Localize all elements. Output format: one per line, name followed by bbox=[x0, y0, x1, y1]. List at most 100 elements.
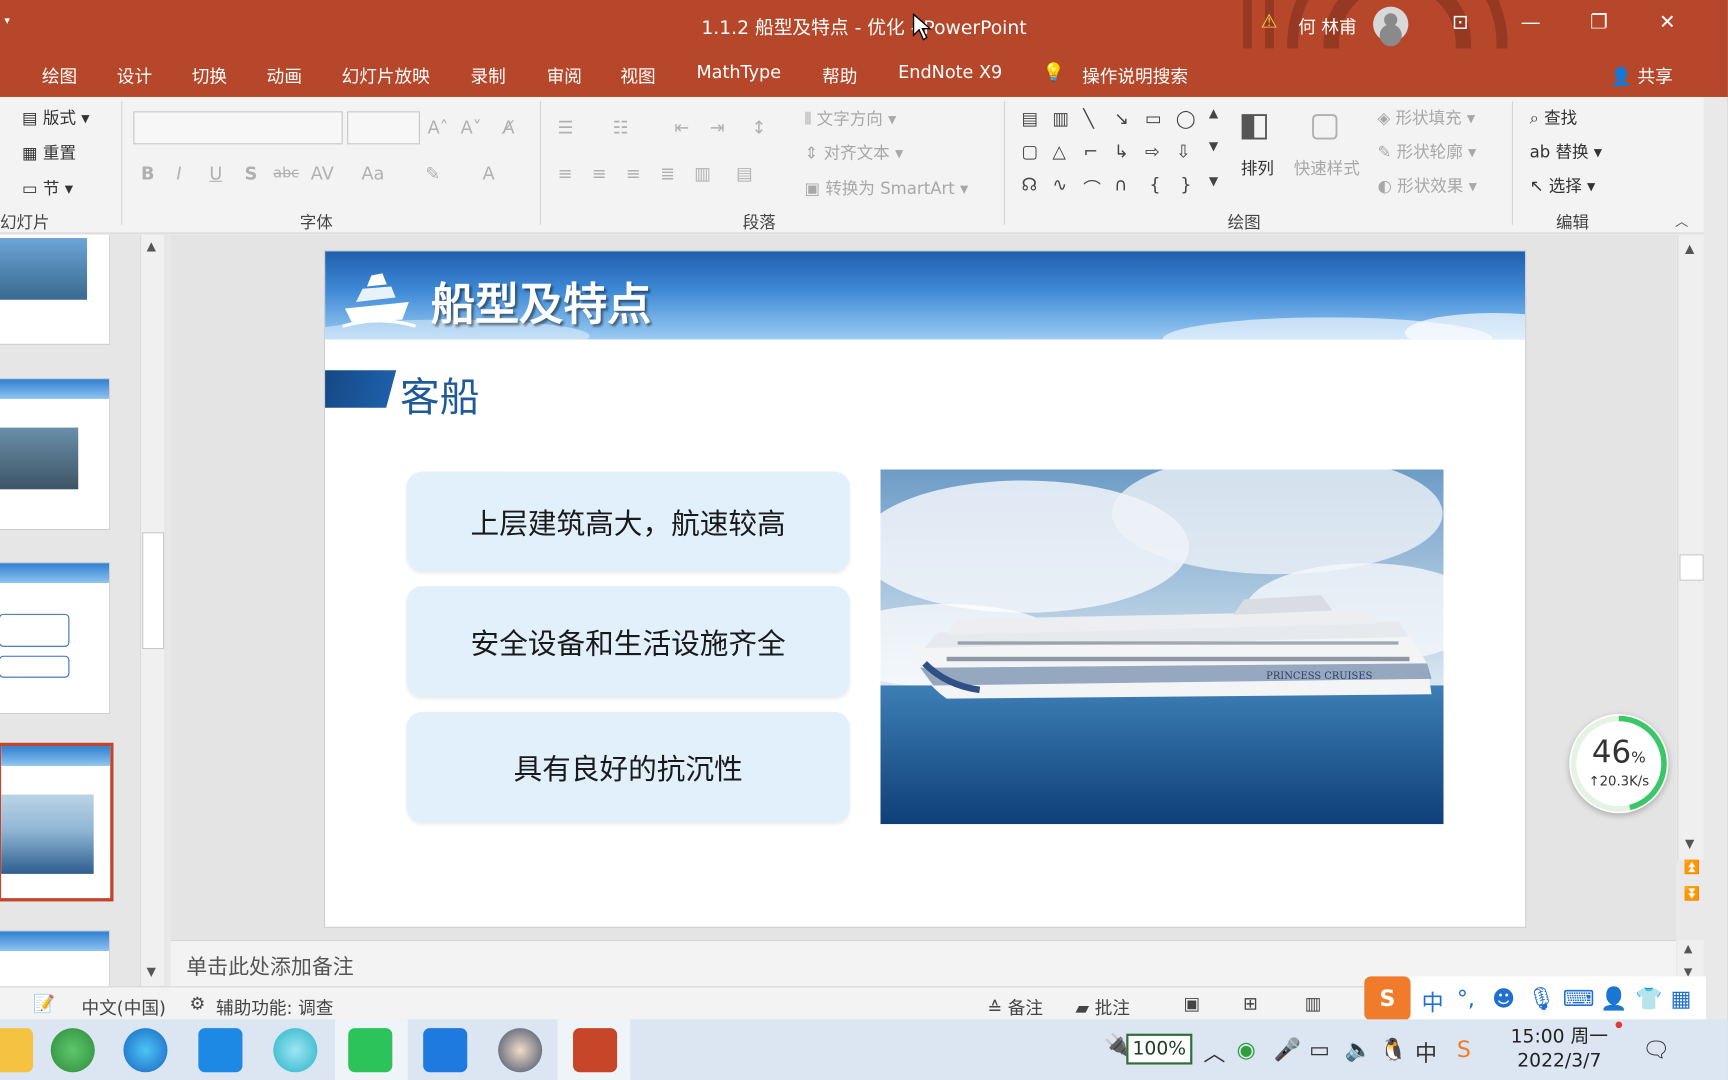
file-explorer-icon[interactable] bbox=[0, 1028, 34, 1073]
gallery-more-icon[interactable]: ▼ bbox=[1209, 174, 1218, 188]
tab-endnote[interactable]: EndNote X9 bbox=[898, 62, 1002, 83]
underline-button[interactable]: U bbox=[209, 163, 222, 184]
section-button[interactable]: ▭ 节 ▾ bbox=[22, 176, 73, 199]
close-button[interactable]: ✕ bbox=[1651, 9, 1684, 38]
tab-design[interactable]: 设计 bbox=[117, 62, 152, 88]
shape-outline-button[interactable]: ✎ 形状轮廓 ▾ bbox=[1378, 140, 1477, 163]
right-brace-icon[interactable]: } bbox=[1180, 174, 1191, 195]
voice-icon[interactable]: 🎙 bbox=[1527, 985, 1555, 1011]
char-spacing-button[interactable]: AV bbox=[311, 163, 334, 184]
tell-me-search[interactable]: 操作说明搜索 bbox=[1082, 62, 1188, 88]
tab-review[interactable]: 审阅 bbox=[547, 62, 582, 88]
find-button[interactable]: ⌕ 查找 bbox=[1530, 106, 1578, 129]
slide-thumbnail-selected[interactable] bbox=[0, 742, 114, 902]
normal-view-icon[interactable]: ▣ bbox=[1184, 993, 1201, 1014]
freeform-icon[interactable]: ☊ bbox=[1022, 174, 1038, 195]
rounded-rect-icon[interactable]: ▢ bbox=[1022, 141, 1039, 162]
sogou-logo-icon[interactable]: S bbox=[1364, 976, 1411, 1021]
select-button[interactable]: ↖ 选择 ▾ bbox=[1530, 174, 1596, 197]
quick-styles-button[interactable]: 快速样式 bbox=[1294, 156, 1360, 179]
edge-icon[interactable] bbox=[123, 1028, 168, 1073]
text-direction-button[interactable]: ⫴ 文字方向 ▾ bbox=[804, 107, 896, 130]
comments-button[interactable]: ▰ 批注 bbox=[1076, 993, 1130, 1019]
arrange-icon[interactable]: ◧ bbox=[1239, 106, 1270, 145]
cruise-ship-photo[interactable]: PRINCESS CRUISES bbox=[880, 469, 1444, 825]
textbox-icon[interactable]: ▤ bbox=[1022, 108, 1039, 129]
strikethrough-button[interactable]: abc bbox=[273, 165, 299, 182]
photos-icon[interactable] bbox=[423, 1028, 468, 1073]
down-arrow-icon[interactable]: ⇩ bbox=[1176, 141, 1191, 162]
gallery-down-icon[interactable]: ▼ bbox=[1209, 139, 1218, 153]
decrease-indent-icon[interactable]: ⇤ bbox=[674, 117, 689, 138]
accessibility-icon[interactable]: ⚙ bbox=[190, 993, 206, 1014]
align-left-icon[interactable]: ≡ bbox=[558, 163, 573, 184]
user-name[interactable]: 何 林甫 bbox=[1298, 12, 1357, 38]
highlight-icon[interactable]: ✎ bbox=[425, 163, 440, 184]
thumbnail-scrollbar[interactable]: ▲ ▼ bbox=[139, 234, 165, 987]
right-arrow-icon[interactable]: ⇨ bbox=[1145, 141, 1160, 162]
scrollbar-thumb[interactable] bbox=[1679, 554, 1704, 581]
security-icon[interactable]: ◉ bbox=[1236, 1036, 1255, 1062]
notes-placeholder[interactable]: 单击此处添加备注 bbox=[186, 951, 354, 981]
feature-box[interactable]: 上层建筑高大，航速较高 bbox=[406, 471, 850, 571]
font-name-combo[interactable] bbox=[133, 111, 343, 145]
network-app-icon[interactable] bbox=[273, 1028, 318, 1073]
tray-expand-icon[interactable]: ︿ bbox=[1203, 1036, 1225, 1068]
avatar[interactable] bbox=[1373, 6, 1409, 42]
change-case-button[interactable]: Aa bbox=[361, 163, 384, 184]
shrink-font-icon[interactable]: A˅ bbox=[461, 117, 482, 138]
scribble-icon[interactable]: ∿ bbox=[1052, 174, 1067, 195]
slide-title[interactable]: 船型及特点 bbox=[431, 269, 651, 333]
clock[interactable]: 15:00 周一 2022/3/7 bbox=[1510, 1025, 1609, 1073]
minimize-button[interactable]: — bbox=[1514, 9, 1547, 38]
slide-thumbnail[interactable] bbox=[0, 930, 111, 987]
shape-effects-button[interactable]: ◐ 形状效果 ▾ bbox=[1378, 174, 1477, 197]
network-speed-widget[interactable]: 46% ↑20.3K/s bbox=[1569, 714, 1669, 814]
microphone-icon[interactable]: 🎤 bbox=[1274, 1036, 1301, 1062]
tab-mathtype[interactable]: MathType bbox=[696, 62, 781, 83]
vertical-textbox-icon[interactable]: ▥ bbox=[1052, 108, 1069, 129]
elbow-arrow-icon[interactable]: ↳ bbox=[1114, 141, 1129, 162]
slide-thumbnail[interactable] bbox=[0, 562, 111, 715]
tab-view[interactable]: 视图 bbox=[620, 62, 655, 88]
tab-transitions[interactable]: 切换 bbox=[192, 62, 227, 88]
justify-icon[interactable]: ≣ bbox=[660, 163, 675, 184]
arrange-button[interactable]: 排列 bbox=[1241, 156, 1274, 179]
scroll-up-icon[interactable]: ▲ bbox=[147, 239, 156, 253]
shape-fill-button[interactable]: ◈ 形状填充 ▾ bbox=[1378, 106, 1476, 129]
slide-thumbnail[interactable] bbox=[0, 234, 111, 345]
tab-slideshow[interactable]: 幻灯片放映 bbox=[342, 62, 430, 88]
qq-icon[interactable]: 🐧 bbox=[1380, 1036, 1407, 1062]
arrow-line-icon[interactable]: ↘ bbox=[1114, 108, 1129, 129]
editor-scrollbar[interactable]: ▲ ▼ bbox=[1677, 234, 1704, 860]
accessibility-status[interactable]: 辅助功能: 调查 bbox=[216, 993, 333, 1019]
feature-box[interactable]: 具有良好的抗沉性 bbox=[406, 711, 850, 823]
scroll-down-icon[interactable]: ▼ bbox=[1685, 836, 1694, 850]
numbering-icon[interactable]: ☷ bbox=[613, 117, 629, 138]
elbow-connector-icon[interactable]: ⌐ bbox=[1083, 141, 1098, 162]
user-app-icon[interactable] bbox=[498, 1028, 543, 1073]
spelling-icon[interactable]: 📝 bbox=[33, 993, 55, 1014]
sorter-view-icon[interactable]: ⊞ bbox=[1243, 993, 1258, 1014]
skin-icon[interactable]: 👕 bbox=[1635, 985, 1662, 1011]
scrollbar-thumb[interactable] bbox=[142, 532, 165, 650]
shapes-gallery[interactable]: ▤ ▥ ╲ ↘ ▭ ◯ ▢ △ ⌐ ↳ ⇨ ⇩ ☊ ∿ ⌒ ∩ { } ▲ ▼ … bbox=[1019, 106, 1224, 203]
rectangle-icon[interactable]: ▭ bbox=[1145, 108, 1162, 129]
grow-font-icon[interactable]: A˄ bbox=[428, 117, 449, 138]
quick-styles-icon[interactable]: ▢ bbox=[1309, 106, 1340, 145]
italic-button[interactable]: I bbox=[176, 163, 181, 184]
columns-icon[interactable]: ▤ bbox=[736, 163, 753, 184]
font-color-icon[interactable]: A bbox=[483, 163, 495, 184]
left-brace-icon[interactable]: { bbox=[1149, 174, 1160, 195]
previous-slide-icon[interactable]: ⏫ bbox=[1684, 860, 1700, 875]
emoji-icon[interactable]: ☻ bbox=[1492, 985, 1515, 1011]
toolbox-icon[interactable]: ▦ bbox=[1671, 985, 1692, 1011]
ribbon-display-icon[interactable]: ⊡ bbox=[1444, 9, 1477, 38]
bullets-icon[interactable]: ☰ bbox=[558, 117, 574, 138]
gallery-up-icon[interactable]: ▲ bbox=[1209, 106, 1218, 120]
slide-subtitle[interactable]: 客船 bbox=[400, 366, 479, 423]
slide-canvas[interactable]: 船型及特点 客船 上层建筑高大，航速较高 安全设备和生活设施齐全 具有良好的抗沉… bbox=[325, 251, 1526, 927]
wechat-icon[interactable] bbox=[348, 1028, 393, 1073]
share-button[interactable]: 👤 共享 bbox=[1610, 62, 1673, 88]
font-size-combo[interactable] bbox=[347, 111, 420, 145]
